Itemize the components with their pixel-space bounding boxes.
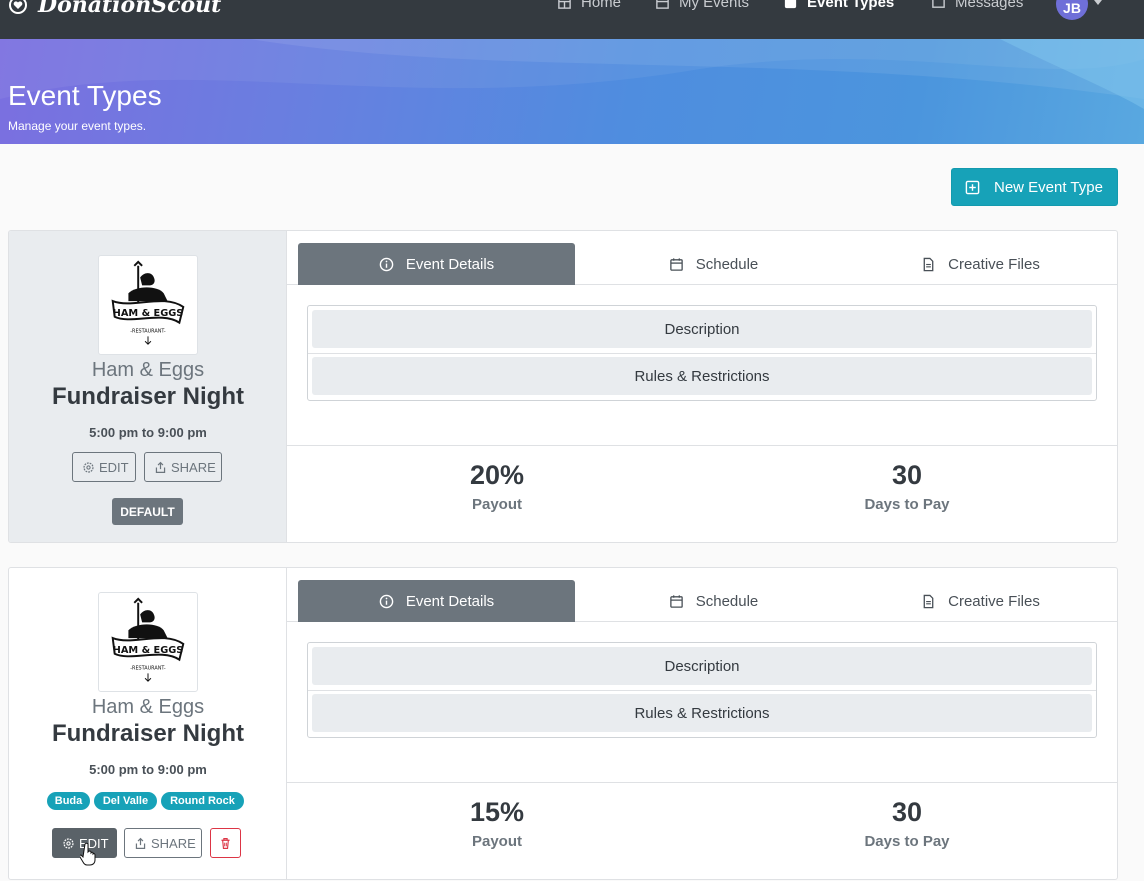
event-type-details: Event Details Schedule Creative Files De… xyxy=(287,568,1117,879)
trash-icon xyxy=(221,837,230,849)
location-badge: Round Rock xyxy=(161,792,244,810)
payout-value: 15% xyxy=(469,797,525,827)
event-type-name: Fundraiser Night xyxy=(51,720,244,747)
heart-circle-icon xyxy=(9,0,27,14)
restaurant-logo: HAM & EGGS -RESTAURANT- xyxy=(98,255,198,355)
calendar-icon xyxy=(669,257,683,271)
payout-label: Payout xyxy=(471,496,522,513)
event-time: 5:00 pm to 9:00 pm xyxy=(89,762,207,777)
brand-logo[interactable]: DonationScout xyxy=(8,0,221,18)
event-type-summary: HAM & EGGS -RESTAURANT- Ham & Eggs Fundr… xyxy=(9,231,287,542)
tab-event-details[interactable]: Event Details xyxy=(298,243,575,285)
brand-name: DonationScout xyxy=(38,0,222,18)
banner-wave-decoration xyxy=(0,39,1144,109)
svg-text:-RESTAURANT-: -RESTAURANT- xyxy=(130,665,166,671)
days-to-pay-label: Days to Pay xyxy=(864,833,950,850)
tab-schedule[interactable]: Schedule xyxy=(575,580,852,622)
info-icon xyxy=(379,257,394,271)
nav-item-event-types[interactable]: Event Types xyxy=(783,0,894,12)
accordion-rules-restrictions[interactable]: Rules & Restrictions xyxy=(312,694,1092,732)
home-icon xyxy=(558,0,571,9)
divider xyxy=(287,445,1117,446)
restaurant-name: Ham & Eggs xyxy=(91,696,205,718)
nav-item-messages[interactable]: Messages xyxy=(931,0,1023,12)
accordion-description[interactable]: Description xyxy=(312,310,1092,348)
details-accordion: Description Rules & Restrictions xyxy=(307,305,1097,401)
file-text-icon xyxy=(923,594,934,608)
event-type-summary: HAM & EGGS -RESTAURANT- Ham & Eggs Fundr… xyxy=(9,568,287,879)
restaurant-logo: HAM & EGGS -RESTAURANT- xyxy=(98,592,198,692)
svg-text:HAM & EGGS: HAM & EGGS xyxy=(113,308,184,319)
tab-creative-files[interactable]: Creative Files xyxy=(842,580,1117,622)
svg-text:HAM & EGGS: HAM & EGGS xyxy=(113,645,184,656)
info-icon xyxy=(379,594,394,608)
event-type-card: HAM & EGGS -RESTAURANT- Ham & Eggs Fundr… xyxy=(8,230,1118,543)
page-header-banner: Event Types Manage your event types. xyxy=(0,39,1144,144)
days-to-pay-value: 30 xyxy=(891,460,923,490)
share-icon xyxy=(155,461,166,473)
share-button[interactable]: SHARE xyxy=(144,452,222,482)
edit-button[interactable]: EDIT xyxy=(72,452,136,482)
default-badge: DEFAULT xyxy=(112,498,183,525)
page-title: Event Types xyxy=(8,80,162,111)
divider xyxy=(308,690,1096,691)
new-event-type-button[interactable]: New Event Type xyxy=(951,168,1118,206)
payout-value: 20% xyxy=(469,460,525,490)
accordion-description[interactable]: Description xyxy=(312,647,1092,685)
location-badge: Del Valle xyxy=(94,792,157,810)
event-types-icon xyxy=(784,0,797,8)
nav-item-my-events[interactable]: My Events xyxy=(655,0,749,12)
details-tabs: Event Details Schedule Creative Files xyxy=(287,568,1117,622)
delete-button[interactable] xyxy=(210,828,241,858)
event-type-name: Fundraiser Night xyxy=(51,383,244,410)
file-text-icon xyxy=(923,257,934,271)
tab-event-details[interactable]: Event Details xyxy=(298,580,575,622)
user-avatar[interactable]: JB xyxy=(1056,0,1088,20)
messages-icon xyxy=(932,0,945,8)
details-tabs: Event Details Schedule Creative Files xyxy=(287,231,1117,285)
gear-icon xyxy=(83,461,94,473)
top-navbar: DonationScout Home My Events Event Types… xyxy=(0,0,1144,39)
plus-square-icon xyxy=(965,180,980,194)
nav-item-home[interactable]: Home xyxy=(557,0,621,12)
share-icon xyxy=(135,837,146,849)
days-to-pay-value: 30 xyxy=(891,797,923,827)
event-type-details: Event Details Schedule Creative Files De… xyxy=(287,231,1117,542)
share-button[interactable]: SHARE xyxy=(124,828,202,858)
hand-pointer-cursor-icon xyxy=(80,842,96,866)
tab-creative-files[interactable]: Creative Files xyxy=(842,243,1117,285)
restaurant-name: Ham & Eggs xyxy=(91,359,205,381)
event-time: 5:00 pm to 9:00 pm xyxy=(89,425,207,440)
accordion-rules-restrictions[interactable]: Rules & Restrictions xyxy=(312,357,1092,395)
calendar-icon xyxy=(669,594,683,608)
location-badge: Buda xyxy=(47,792,90,810)
chevron-down-icon[interactable] xyxy=(1094,0,1102,5)
calendar-icon xyxy=(656,0,669,9)
days-to-pay-label: Days to Pay xyxy=(864,496,950,513)
details-accordion: Description Rules & Restrictions xyxy=(307,642,1097,738)
page-subtitle: Manage your event types. xyxy=(8,119,147,133)
gear-icon xyxy=(63,837,74,849)
divider xyxy=(308,353,1096,354)
payout-label: Payout xyxy=(471,833,522,850)
svg-text:-RESTAURANT-: -RESTAURANT- xyxy=(130,328,166,334)
tab-schedule[interactable]: Schedule xyxy=(575,243,852,285)
event-type-card: HAM & EGGS -RESTAURANT- Ham & Eggs Fundr… xyxy=(8,567,1118,880)
divider xyxy=(287,782,1117,783)
